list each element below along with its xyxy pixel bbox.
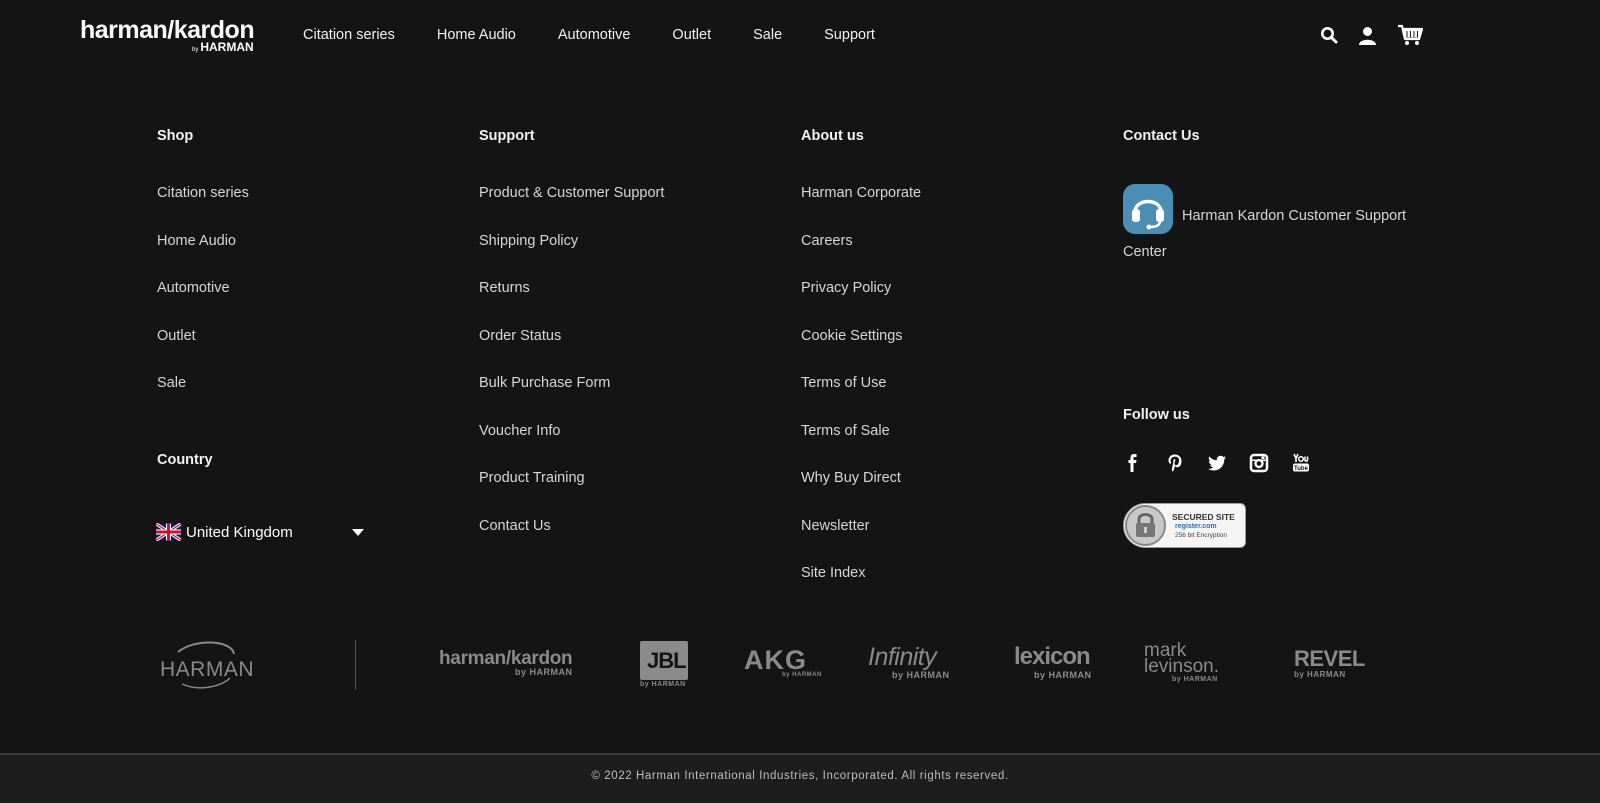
support-heading: Support <box>479 128 535 144</box>
jbl-brand-text: JBL <box>647 648 687 673</box>
support-link-bulk-purchase[interactable]: Bulk Purchase Form <box>479 375 664 423</box>
site-header: harman/kardon by HARMAN Citation series H… <box>0 0 1600 75</box>
harman-kardon-brand-sub: by HARMAN <box>515 667 573 677</box>
about-link-terms-of-use[interactable]: Terms of Use <box>801 375 921 423</box>
country-name: United Kingdom <box>186 523 293 541</box>
nav-support[interactable]: Support <box>824 27 875 43</box>
main-nav: Citation series Home Audio Automotive Ou… <box>303 27 917 43</box>
logo-byline: by HARMAN <box>192 40 254 54</box>
shop-link-home-audio[interactable]: Home Audio <box>157 233 249 281</box>
nav-sale[interactable]: Sale <box>753 27 782 43</box>
lexicon-brand-logo[interactable]: lexicon by HARMAN <box>1014 643 1092 681</box>
support-link-customer-support[interactable]: Product & Customer Support <box>479 185 664 233</box>
country-heading: Country <box>157 452 213 468</box>
copyright-text: © 2022 Harman International Industries, … <box>591 770 1009 782</box>
harman-logo[interactable]: HARMAN <box>160 640 255 692</box>
support-link-voucher-info[interactable]: Voucher Info <box>479 423 664 471</box>
revel-brand-sub: by HARMAN <box>1294 670 1346 679</box>
shop-links: Citation series Home Audio Automotive Ou… <box>157 185 249 423</box>
secured-site-badge[interactable]: SECURED SITE register.com 256 bit Encryp… <box>1123 503 1246 548</box>
about-link-harman-corporate[interactable]: Harman Corporate <box>801 185 921 233</box>
lexicon-brand-text: lexicon <box>1014 643 1091 670</box>
country-selector[interactable]: United Kingdom <box>156 520 366 544</box>
follow-heading: Follow us <box>1123 407 1190 423</box>
secured-site-provider: register.com <box>1175 523 1217 530</box>
facebook-icon[interactable] <box>1123 453 1143 473</box>
secured-site-encryption: 256 bit Encryption <box>1175 532 1228 539</box>
harman-kardon-brand-text: harman/kardon <box>439 648 573 669</box>
secured-site-label: SECURED SITE <box>1172 512 1235 522</box>
about-links: Harman Corporate Careers Privacy Policy … <box>801 185 921 613</box>
akg-brand-text: AKG <box>744 645 807 675</box>
account-icon[interactable] <box>1358 26 1377 50</box>
copyright-bar: © 2022 Harman International Industries, … <box>0 753 1600 803</box>
contact-column: Contact Us <box>1123 128 1200 148</box>
about-link-newsletter[interactable]: Newsletter <box>801 518 921 566</box>
harman-kardon-brand-logo[interactable]: harman/kardon by HARMAN <box>439 648 573 678</box>
nav-home-audio[interactable]: Home Audio <box>437 27 516 43</box>
support-center-label: Harman Kardon Customer Support Center <box>1123 208 1407 260</box>
about-link-site-index[interactable]: Site Index <box>801 565 921 613</box>
contact-heading: Contact Us <box>1123 128 1200 144</box>
mark-levinson-brand-logo[interactable]: mark levinson. by HARMAN <box>1144 640 1244 685</box>
support-link-shipping-policy[interactable]: Shipping Policy <box>479 233 664 281</box>
about-link-careers[interactable]: Careers <box>801 233 921 281</box>
shop-heading: Shop <box>157 128 194 144</box>
about-link-terms-of-sale[interactable]: Terms of Sale <box>801 423 921 471</box>
svg-text:Tube: Tube <box>1294 466 1309 472</box>
about-link-cookie-settings[interactable]: Cookie Settings <box>801 328 921 376</box>
shop-column: Shop Citation series Home Audio Automoti… <box>157 128 249 423</box>
shop-link-sale[interactable]: Sale <box>157 375 249 423</box>
infinity-brand-text: Infinity <box>868 643 937 671</box>
support-links: Product & Customer Support Shipping Poli… <box>479 185 664 565</box>
harman-kardon-logo[interactable]: harman/kardon by HARMAN <box>80 16 280 56</box>
support-link-returns[interactable]: Returns <box>479 280 664 328</box>
instagram-icon[interactable] <box>1249 453 1269 473</box>
nav-outlet[interactable]: Outlet <box>672 27 711 43</box>
uk-flag-icon <box>156 523 181 541</box>
shop-link-automotive[interactable]: Automotive <box>157 280 249 328</box>
header-icons <box>1320 24 1443 51</box>
support-column: Support Product & Customer Support Shipp… <box>479 128 664 565</box>
shop-link-outlet[interactable]: Outlet <box>157 328 249 376</box>
support-link-contact-us[interactable]: Contact Us <box>479 518 664 566</box>
infinity-brand-sub: by HARMAN <box>892 670 950 680</box>
infinity-brand-logo[interactable]: Infinity by HARMAN <box>868 643 949 681</box>
pinterest-icon[interactable] <box>1165 453 1185 473</box>
brand-divider <box>355 640 356 690</box>
revel-brand-text: REVEL <box>1294 646 1365 671</box>
akg-brand-sub: by HARMAN <box>782 672 822 678</box>
lexicon-brand-sub: by HARMAN <box>1034 670 1092 680</box>
lock-icon <box>1125 505 1166 546</box>
revel-brand-logo[interactable]: REVEL by HARMAN <box>1294 646 1365 682</box>
nav-citation-series[interactable]: Citation series <box>303 27 395 43</box>
search-icon[interactable] <box>1320 26 1338 49</box>
about-link-why-buy-direct[interactable]: Why Buy Direct <box>801 470 921 518</box>
jbl-brand-logo[interactable]: JBL by HARMAN <box>640 641 690 691</box>
harman-logo-text: HARMAN <box>160 658 255 681</box>
shop-link-citation-series[interactable]: Citation series <box>157 185 249 233</box>
nav-automotive[interactable]: Automotive <box>558 27 631 43</box>
about-column: About us Harman Corporate Careers Privac… <box>801 128 921 613</box>
jbl-brand-sub: by HARMAN <box>640 681 686 688</box>
support-link-order-status[interactable]: Order Status <box>479 328 664 376</box>
mark-levinson-brand-text-bottom: levinson. <box>1144 656 1219 677</box>
twitter-icon[interactable] <box>1207 453 1227 473</box>
youtube-icon[interactable]: Tube <box>1291 453 1311 473</box>
mark-levinson-brand-sub: by HARMAN <box>1172 676 1218 683</box>
chevron-down-icon <box>352 529 364 536</box>
akg-brand-logo[interactable]: AKG by HARMAN <box>744 645 821 681</box>
support-link-product-training[interactable]: Product Training <box>479 470 664 518</box>
cart-icon[interactable] <box>1397 24 1424 51</box>
about-heading: About us <box>801 128 864 144</box>
social-links: Tube <box>1123 453 1333 473</box>
about-link-privacy-policy[interactable]: Privacy Policy <box>801 280 921 328</box>
